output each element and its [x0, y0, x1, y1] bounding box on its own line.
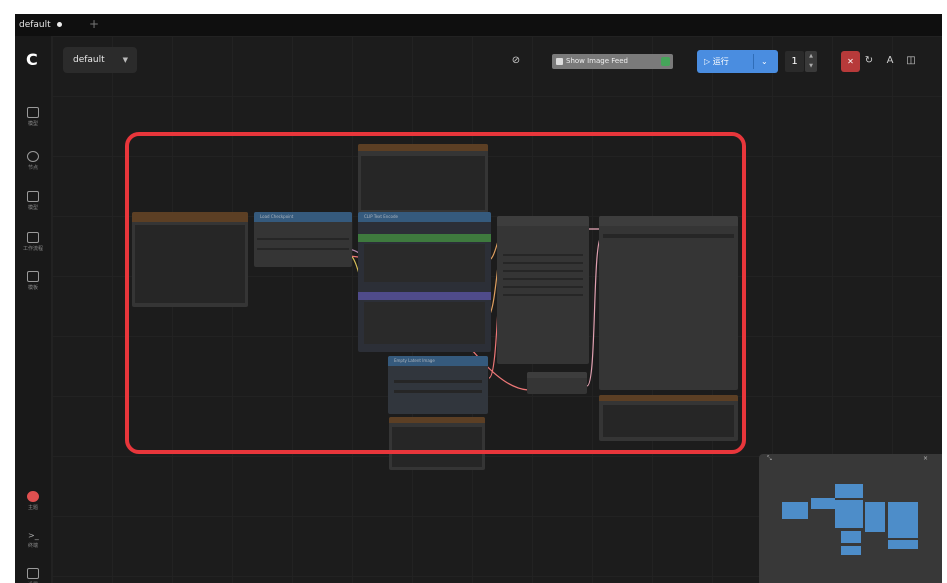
- minimap-node: [841, 546, 861, 555]
- sidebar-item-terminal[interactable]: >_ 终端: [19, 531, 47, 550]
- workflow-select-value: default: [73, 55, 105, 65]
- minimap-close-button[interactable]: ×: [923, 454, 928, 464]
- minimap[interactable]: ⤡ ×: [759, 454, 942, 583]
- sidebar-item-settings[interactable]: 设置: [19, 568, 47, 583]
- queue-label: ▷ 运行: [704, 57, 729, 66]
- sidebar-item-label: 工作流程: [22, 246, 43, 252]
- sidebar-item-label: 模型: [27, 205, 38, 211]
- show-image-feed-label: Show Image Feed: [566, 57, 628, 65]
- minimap-node: [888, 540, 918, 549]
- toggle-indicator: [661, 57, 670, 66]
- sidebar-item-label: 模板: [27, 285, 38, 291]
- image-icon: [27, 107, 39, 118]
- show-image-feed-button[interactable]: Show Image Feed: [552, 54, 673, 69]
- minimap-resize-icon[interactable]: ⤡: [767, 454, 772, 464]
- sidebar: C 模型 节点 模型 工作流程 模板 主题 >_ 终端 设置: [15, 36, 52, 583]
- templates-icon: [27, 271, 39, 282]
- tab-title: default: [19, 20, 51, 30]
- sidebar-item-1[interactable]: 节点: [19, 151, 47, 172]
- image-feed-icon: [556, 58, 563, 65]
- sidebar-item-label: 终端: [27, 543, 38, 549]
- stop-button[interactable]: ✕: [841, 51, 860, 72]
- chevron-down-icon: ▼: [122, 56, 128, 64]
- batch-stepper[interactable]: ▲ ▼: [805, 51, 817, 72]
- unsaved-dot-icon: [56, 22, 62, 27]
- tab-default[interactable]: default: [19, 17, 62, 33]
- minimap-node: [835, 484, 863, 498]
- sidebar-item-0[interactable]: 模型: [19, 107, 47, 128]
- model-library-icon: [27, 191, 39, 202]
- batch-count-input[interactable]: 1: [785, 51, 804, 72]
- panel-icon[interactable]: ◫: [902, 52, 920, 70]
- theme-icon: [27, 491, 39, 502]
- chevron-down-icon[interactable]: ⌄: [761, 50, 768, 73]
- node-library-icon: [27, 151, 39, 162]
- link-icon[interactable]: ⊘: [507, 52, 525, 70]
- sidebar-item-label: 主题: [27, 505, 38, 511]
- new-tab-button[interactable]: +: [89, 16, 99, 32]
- workflow-icon: [27, 232, 39, 243]
- queue-divider: [753, 54, 754, 69]
- user-icon[interactable]: A: [881, 52, 899, 70]
- minimap-node: [835, 500, 863, 528]
- queue-button[interactable]: ▷ 运行 ⌄: [697, 50, 778, 73]
- sidebar-item-label: 节点: [27, 165, 38, 171]
- history-icon[interactable]: ↻: [860, 52, 878, 70]
- sidebar-item-theme[interactable]: 主题: [19, 491, 47, 512]
- comfy-logo[interactable]: C: [26, 50, 38, 69]
- minimap-node: [888, 502, 918, 538]
- workflow-tab-bar: default +: [15, 14, 942, 36]
- minimap-node: [841, 531, 861, 543]
- sidebar-item-4[interactable]: 模板: [19, 271, 47, 292]
- minimap-node: [811, 498, 835, 509]
- settings-icon: [27, 568, 39, 579]
- minimap-node: [782, 502, 808, 519]
- minimap-header: ⤡ ×: [759, 454, 942, 464]
- sidebar-item-label: 模型: [27, 121, 38, 127]
- workflow-select[interactable]: default ▼: [63, 47, 137, 73]
- terminal-icon: >_: [28, 531, 39, 540]
- sidebar-item-3[interactable]: 工作流程: [19, 232, 47, 253]
- highlight-frame: [125, 132, 746, 454]
- minimap-node: [865, 502, 885, 532]
- sidebar-item-2[interactable]: 模型: [19, 191, 47, 212]
